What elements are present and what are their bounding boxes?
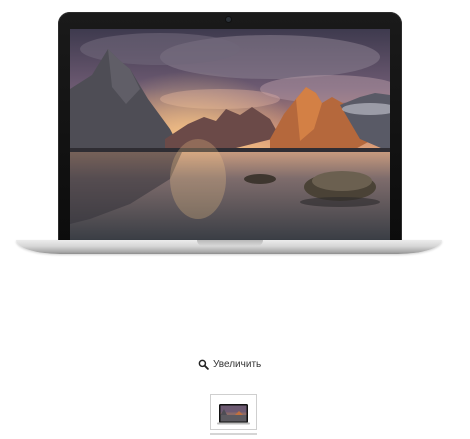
zoom-link[interactable]: Увеличить <box>198 356 261 372</box>
laptop-base <box>16 240 442 254</box>
laptop-opening-notch <box>197 240 263 246</box>
laptop-screen <box>70 29 390 240</box>
wallpaper-landscape <box>70 29 390 240</box>
product-gallery: Увеличить <box>0 0 470 439</box>
laptop-lid <box>58 12 402 243</box>
magnifier-icon <box>198 359 209 370</box>
thumbnail-selected-indicator <box>210 433 257 435</box>
thumbnail-image <box>217 404 250 425</box>
thumbnail-macbook[interactable] <box>210 394 257 430</box>
camera-icon <box>226 17 231 22</box>
zoom-label: Увеличить <box>213 358 262 370</box>
